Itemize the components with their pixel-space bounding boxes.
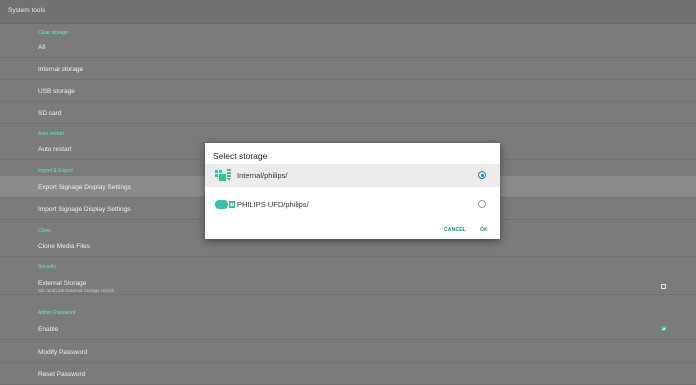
dialog-title: Select storage: [213, 151, 268, 161]
list-item-label: Export Signage Display Settings: [38, 184, 131, 191]
section-clone: Clone: [38, 228, 52, 234]
list-item-modify-password[interactable]: Modify Password: [0, 341, 696, 363]
page-title: System tools: [8, 7, 46, 14]
list-item-label: All: [38, 44, 46, 51]
list-item-label: Modify Password: [38, 349, 88, 356]
storage-option-usb[interactable]: PHILIPS UFD/philips/: [205, 193, 500, 216]
list-item-label: Reset Password: [38, 371, 86, 378]
radio-internal[interactable]: [478, 171, 486, 179]
list-item-sublabel: SD card/USB External Storage Unlock: [38, 288, 115, 293]
ok-button[interactable]: OK: [480, 227, 488, 233]
section-auto-restart: Auto restart: [38, 131, 64, 137]
select-storage-dialog: Select storage Internal/philips/ PHILIPS…: [205, 143, 500, 239]
storage-option-label: Internal/philips/: [237, 171, 288, 180]
list-item-internal-storage[interactable]: Internal storage: [0, 58, 696, 80]
list-item-reset-password[interactable]: Reset Password: [0, 363, 696, 385]
section-import-export: Import & Export: [38, 168, 73, 174]
usb-drive-icon: [215, 200, 235, 209]
list-item-label: Enable: [38, 326, 59, 333]
list-item-label: Clone Media Files: [38, 243, 91, 250]
section-admin-password: Admin Password: [38, 310, 76, 316]
list-item-sd-card[interactable]: SD card: [0, 102, 696, 124]
list-item-all[interactable]: All: [0, 36, 696, 58]
enable-checkbox[interactable]: [661, 326, 666, 331]
list-item-external-storage[interactable]: External Storage SD card/USB External St…: [0, 273, 696, 295]
list-item-label: Import Signage Display Settings: [38, 206, 131, 213]
list-item-label: External Storage: [38, 280, 87, 287]
storage-option-label: PHILIPS UFD/philips/: [237, 200, 309, 209]
list-item-label: USB storage: [38, 88, 75, 95]
list-item-label: SD card: [38, 110, 62, 117]
list-item-usb-storage[interactable]: USB storage: [0, 80, 696, 102]
list-item-label: Auto restart: [38, 146, 72, 153]
storage-option-internal[interactable]: Internal/philips/: [205, 164, 500, 187]
external-storage-checkbox[interactable]: [661, 284, 666, 289]
internal-storage-icon: [215, 169, 231, 181]
list-item-label: Internal storage: [38, 66, 84, 73]
top-bar: System tools: [0, 0, 696, 24]
cancel-button[interactable]: CANCEL: [444, 227, 466, 233]
list-item-enable[interactable]: Enable: [0, 318, 696, 340]
section-security: Security: [38, 264, 57, 270]
radio-usb[interactable]: [478, 200, 486, 208]
